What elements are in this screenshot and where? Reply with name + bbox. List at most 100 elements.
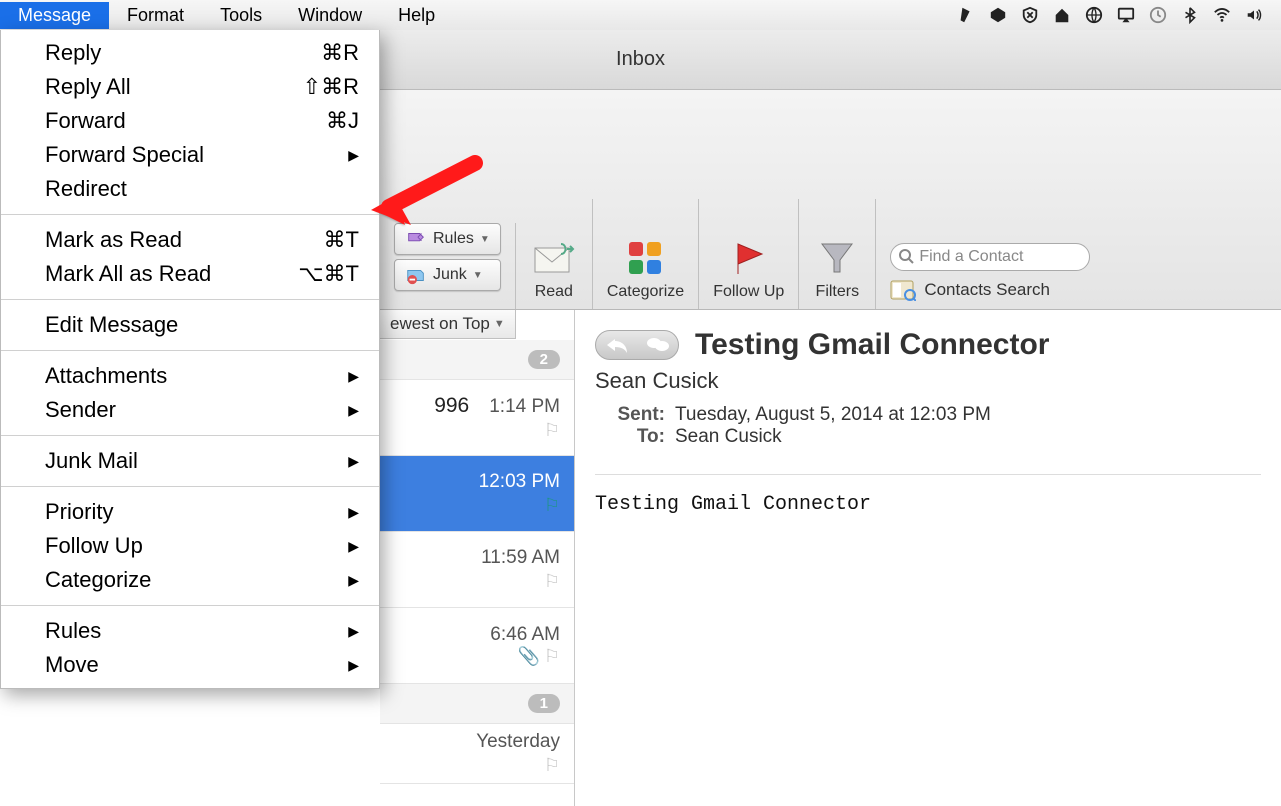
globe-icon[interactable] bbox=[1085, 6, 1103, 24]
toolbar-group-rules: Rules ▼ Junk ▼ bbox=[380, 223, 516, 309]
junk-button[interactable]: Junk ▼ bbox=[394, 259, 501, 291]
contacts-search-button[interactable]: Contacts Search bbox=[890, 279, 1090, 301]
menuitem-reply[interactable]: Reply⌘R bbox=[1, 36, 379, 70]
message-body: Testing Gmail Connector bbox=[595, 474, 1261, 516]
message-extra: 996 bbox=[434, 394, 469, 418]
timemachine-icon[interactable] bbox=[1149, 6, 1167, 24]
menu-help[interactable]: Help bbox=[380, 2, 453, 29]
menu-window[interactable]: Window bbox=[280, 2, 380, 29]
categorize-button[interactable]: Categorize bbox=[607, 237, 684, 301]
unread-badge: 2 bbox=[528, 350, 560, 369]
bluetooth-icon[interactable] bbox=[1181, 6, 1199, 24]
toolbar-group-categorize: Categorize bbox=[593, 199, 699, 309]
contacts-search-label: Contacts Search bbox=[924, 280, 1050, 300]
flag-icon[interactable]: ⚐ bbox=[544, 571, 560, 592]
caret-icon: ▼ bbox=[480, 234, 490, 245]
flag-icon[interactable]: ⚐ bbox=[544, 420, 560, 441]
menuitem-forward[interactable]: Forward⌘J bbox=[1, 104, 379, 138]
filters-button[interactable]: Filters bbox=[813, 237, 861, 301]
menuitem-forward-special[interactable]: Forward Special▶ bbox=[1, 138, 379, 172]
flag-icon[interactable]: ⚐ bbox=[544, 495, 560, 516]
menuitem-categorize[interactable]: Categorize▶ bbox=[1, 563, 379, 597]
submenu-arrow-icon: ▶ bbox=[348, 402, 359, 419]
menuitem-rules[interactable]: Rules▶ bbox=[1, 614, 379, 648]
message-time: 6:46 AM bbox=[490, 624, 560, 646]
filters-label: Filters bbox=[816, 283, 860, 301]
flag-icon[interactable]: ⚐ bbox=[544, 755, 560, 776]
junk-label: Junk bbox=[433, 266, 467, 284]
submenu-arrow-icon: ▶ bbox=[348, 147, 359, 164]
menu-format[interactable]: Format bbox=[109, 2, 202, 29]
message-from: Sean Cusick bbox=[595, 368, 1261, 394]
message-time: 1:14 PM bbox=[489, 396, 560, 418]
menuitem-sender[interactable]: Sender▶ bbox=[1, 393, 379, 427]
read-label: Read bbox=[535, 283, 573, 301]
message-time: Yesterday bbox=[476, 731, 560, 753]
annotation-arrow bbox=[365, 155, 485, 235]
caret-icon: ▼ bbox=[473, 270, 483, 281]
menu-tools[interactable]: Tools bbox=[202, 2, 280, 29]
menuitem-mark-all-as-read[interactable]: Mark All as Read⌥⌘T bbox=[1, 257, 379, 291]
menuitem-attachments[interactable]: Attachments▶ bbox=[1, 359, 379, 393]
submenu-arrow-icon: ▶ bbox=[348, 538, 359, 555]
toolbar-group-filters: Filters bbox=[799, 199, 876, 309]
message-row[interactable]: 6:46 AM 📎⚐ bbox=[380, 608, 574, 684]
unread-badge: 1 bbox=[528, 694, 560, 713]
message-row[interactable]: 12:03 PM ⚐ bbox=[380, 456, 574, 532]
submenu-arrow-icon: ▶ bbox=[348, 572, 359, 589]
list-group-header: 2 bbox=[380, 340, 574, 380]
menuitem-redirect[interactable]: Redirect bbox=[1, 172, 379, 206]
menu-separator bbox=[1, 486, 379, 487]
submenu-arrow-icon: ▶ bbox=[348, 623, 359, 640]
home-icon[interactable] bbox=[1053, 6, 1071, 24]
message-row[interactable]: 996 1:14 PM ⚐ bbox=[380, 380, 574, 456]
toolbar-group-followup: Follow Up bbox=[699, 199, 799, 309]
reply-forward-toggle[interactable] bbox=[595, 330, 679, 360]
menuitem-move[interactable]: Move▶ bbox=[1, 648, 379, 682]
menuitem-mark-as-read[interactable]: Mark as Read⌘T bbox=[1, 223, 379, 257]
menuitem-junk-mail[interactable]: Junk Mail▶ bbox=[1, 444, 379, 478]
attachment-icon: 📎 bbox=[517, 646, 539, 666]
message-subject: Testing Gmail Connector bbox=[695, 328, 1049, 362]
menuitem-reply-all[interactable]: Reply All⇧⌘R bbox=[1, 70, 379, 104]
read-button[interactable]: Read bbox=[530, 237, 578, 301]
message-dropdown: Reply⌘R Reply All⇧⌘R Forward⌘J Forward S… bbox=[0, 30, 380, 689]
list-group-header: 1 bbox=[380, 684, 574, 724]
toolbar-group-read: Read bbox=[516, 199, 593, 309]
message-time: 11:59 AM bbox=[481, 547, 560, 569]
toolbar-group-search: Find a Contact Contacts Search bbox=[876, 243, 1104, 309]
search-placeholder: Find a Contact bbox=[919, 248, 1023, 266]
script-icon[interactable] bbox=[957, 6, 975, 24]
menuitem-priority[interactable]: Priority▶ bbox=[1, 495, 379, 529]
submenu-arrow-icon: ▶ bbox=[348, 504, 359, 521]
message-row[interactable]: Yesterday ⚐ bbox=[380, 724, 574, 784]
menu-separator bbox=[1, 350, 379, 351]
message-row[interactable]: 11:59 AM ⚐ bbox=[380, 532, 574, 608]
menu-separator bbox=[1, 605, 379, 606]
volume-icon[interactable] bbox=[1245, 6, 1263, 24]
contact-search-input[interactable]: Find a Contact bbox=[890, 243, 1090, 271]
conversation-icon[interactable] bbox=[646, 336, 670, 354]
menubar-status-icons bbox=[957, 6, 1281, 24]
search-icon bbox=[899, 249, 915, 265]
window-title: Inbox bbox=[616, 48, 665, 71]
reply-icon[interactable] bbox=[605, 336, 629, 354]
message-time: 12:03 PM bbox=[479, 471, 560, 493]
flag-icon[interactable]: ⚐ bbox=[544, 646, 560, 666]
wifi-icon[interactable] bbox=[1213, 6, 1231, 24]
status-icon-1[interactable] bbox=[989, 6, 1007, 24]
menu-message[interactable]: Message bbox=[0, 2, 109, 29]
menu-separator bbox=[1, 435, 379, 436]
submenu-arrow-icon: ▶ bbox=[348, 453, 359, 470]
menu-separator bbox=[1, 299, 379, 300]
airplay-icon[interactable] bbox=[1117, 6, 1135, 24]
submenu-arrow-icon: ▶ bbox=[348, 657, 359, 674]
menuitem-edit-message[interactable]: Edit Message bbox=[1, 308, 379, 342]
menuitem-follow-up[interactable]: Follow Up▶ bbox=[1, 529, 379, 563]
reading-pane: Testing Gmail Connector Sean Cusick Sent… bbox=[575, 310, 1281, 806]
followup-button[interactable]: Follow Up bbox=[713, 237, 784, 301]
sent-label: Sent: bbox=[595, 404, 665, 426]
menu-separator bbox=[1, 214, 379, 215]
shield-icon[interactable] bbox=[1021, 6, 1039, 24]
to-label: To: bbox=[595, 426, 665, 448]
